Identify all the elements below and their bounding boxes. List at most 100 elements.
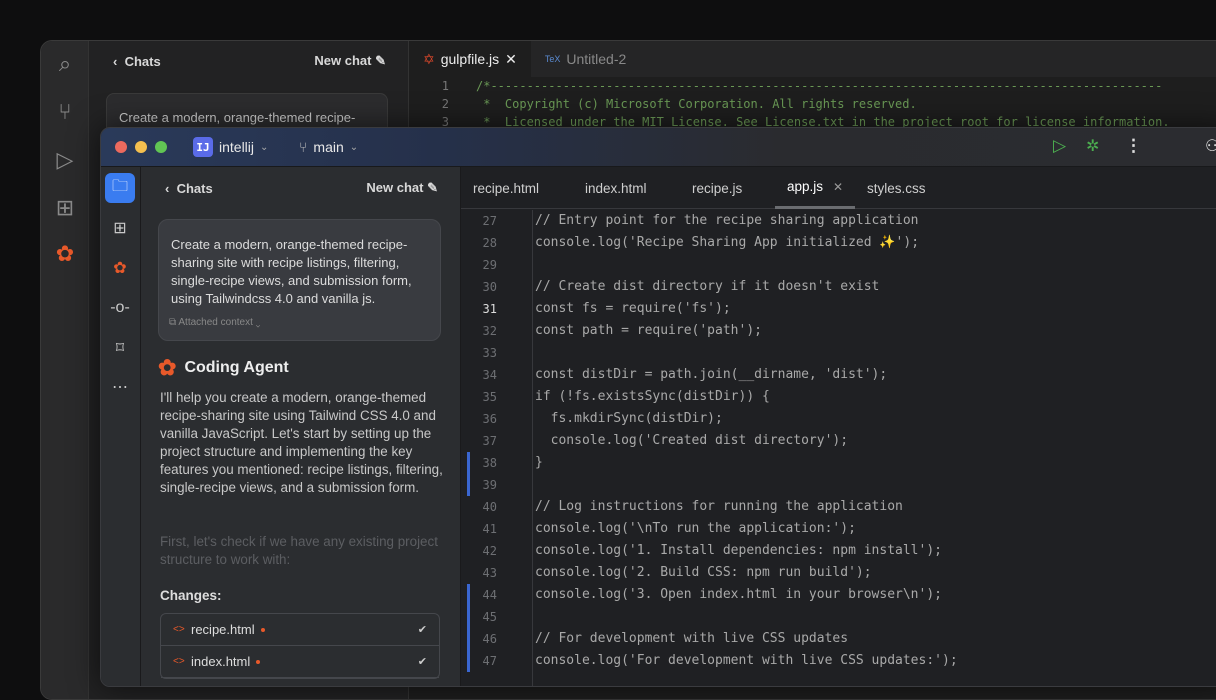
back-new-chat-button[interactable]: New chat ✎	[314, 53, 386, 69]
code-line: 39	[461, 474, 1216, 496]
pencil-icon: ✎	[375, 53, 386, 68]
code-text: console.log('1. Install dependencies: np…	[535, 540, 942, 562]
tab-label: recipe.html	[473, 181, 539, 196]
agent-header: ✿Coding Agent	[158, 355, 289, 381]
change-file-name: recipe.html	[191, 622, 255, 637]
minimize-window-button[interactable]	[135, 141, 147, 153]
new-chat-button[interactable]: New chat ✎	[366, 180, 438, 196]
branch-name: main	[313, 139, 343, 155]
line-number: 34	[461, 364, 497, 386]
code-text: // For development with live CSS updates	[535, 628, 848, 650]
tab-gulpfile[interactable]: ✡gulpfile.js✕	[409, 41, 531, 77]
project-badge: IJ	[193, 137, 213, 157]
more-tools-icon[interactable]: ⋯	[105, 372, 135, 402]
run-debug-icon[interactable]: ▷	[51, 147, 79, 175]
line-number: 41	[461, 518, 497, 540]
tab-untitled-2[interactable]: TeXUntitled-2	[531, 41, 640, 77]
code-text: console.log('Recipe Sharing App initiali…	[535, 232, 919, 254]
agent-response: I'll help you create a modern, orange-th…	[160, 389, 445, 497]
code-line: 37 console.log('Created dist directory')…	[461, 430, 1216, 452]
change-marker	[467, 606, 470, 628]
back-code-area[interactable]: 1/*-------------------------------------…	[409, 77, 1216, 131]
line-number: 29	[461, 254, 497, 276]
chevron-down-icon: ⌄	[350, 142, 358, 153]
maximize-window-button[interactable]	[155, 141, 167, 153]
code-text: console.log('3. Open index.html in your …	[535, 584, 942, 606]
changes-list: <>recipe.html✔ <>index.html✔	[160, 613, 440, 679]
structure-icon[interactable]: ⊞	[105, 213, 135, 243]
tab-recipe-html[interactable]: recipe.html	[473, 167, 539, 209]
user-prompt-bubble: Create a modern, orange-themed recipe-sh…	[158, 219, 441, 341]
line-number: 2	[409, 95, 449, 113]
tab-styles-css[interactable]: styles.css	[867, 167, 926, 209]
code-line: 42console.log('1. Install dependencies: …	[461, 540, 1216, 562]
code-text: const path = require('path');	[535, 320, 762, 342]
line-number: 37	[461, 430, 497, 452]
chats-label: Chats	[177, 181, 213, 196]
bookmark-icon[interactable]: ⌑	[105, 333, 135, 363]
code-line: 28console.log('Recipe Sharing App initia…	[461, 232, 1216, 254]
code-line: 40// Log instructions for running the ap…	[461, 496, 1216, 518]
change-file-name: index.html	[191, 654, 250, 669]
line-number: 32	[461, 320, 497, 342]
more-options-icon[interactable]: ⋮	[1125, 136, 1142, 156]
source-control-icon[interactable]: ⑂	[51, 99, 79, 127]
tab-label: index.html	[585, 181, 647, 196]
code-text: // Log instructions for running the appl…	[535, 496, 903, 518]
code-editor[interactable]: 27// Entry point for the recipe sharing …	[461, 210, 1216, 686]
chat-panel: ‹ Chats New chat ✎ Create a modern, oran…	[141, 167, 461, 686]
agent-logo-icon[interactable]: ✿	[51, 241, 79, 269]
folder-icon[interactable]: 🗀	[105, 173, 135, 203]
code-line: 47console.log('For development with live…	[461, 650, 1216, 672]
check-icon[interactable]: ✔	[418, 655, 427, 668]
line-number: 31	[461, 298, 497, 320]
change-item[interactable]: <>index.html✔	[161, 646, 439, 678]
line-number: 30	[461, 276, 497, 298]
change-item[interactable]: <>recipe.html✔	[161, 614, 439, 646]
code-text: // Entry point for the recipe sharing ap…	[535, 210, 919, 232]
code-line: 43console.log('2. Build CSS: npm run bui…	[461, 562, 1216, 584]
code-line: 46// For development with live CSS updat…	[461, 628, 1216, 650]
copy-icon: ⧉	[169, 317, 176, 328]
close-icon[interactable]: ✕	[505, 51, 517, 68]
code-text: const distDir = path.join(__dirname, 'di…	[535, 364, 887, 386]
commit-icon[interactable]: -o-	[105, 293, 135, 323]
search-icon[interactable]: ⌕	[51, 51, 79, 79]
check-icon[interactable]: ✔	[418, 623, 427, 636]
change-marker	[467, 650, 470, 672]
code-line: 33	[461, 342, 1216, 364]
project-name: intellij	[219, 139, 254, 155]
tab-recipe-js[interactable]: recipe.js	[692, 167, 742, 209]
tab-index-html[interactable]: index.html	[585, 167, 647, 209]
debug-icon[interactable]: ✲	[1086, 136, 1099, 156]
code-line: 44console.log('3. Open index.html in you…	[461, 584, 1216, 606]
changes-heading: Changes:	[160, 588, 222, 603]
close-window-button[interactable]	[115, 141, 127, 153]
back-chats-button[interactable]: ‹ Chats	[113, 54, 161, 69]
code-text: }	[535, 452, 543, 474]
code-text: if (!fs.existsSync(distDir)) {	[535, 386, 770, 408]
change-marker	[467, 584, 470, 606]
extensions-icon[interactable]: ⊞	[51, 195, 79, 223]
tab-app-js[interactable]: app.js✕	[775, 167, 855, 209]
gulp-icon: ✡	[423, 51, 435, 68]
attached-context-toggle[interactable]: ⧉ Attached context ⌄	[169, 314, 260, 332]
project-selector[interactable]: IJintellij⌄	[193, 137, 268, 157]
code-text: console.log('For development with live C…	[535, 650, 958, 672]
agent-logo-icon[interactable]: ✿	[105, 253, 135, 283]
code-line: 32 const path = require('path');	[461, 320, 1216, 342]
activity-bar: ⌕ ⑂ ▷ ⊞ ✿	[41, 41, 89, 699]
new-chat-label: New chat	[366, 180, 423, 195]
line-number: 1	[409, 77, 449, 95]
title-bar: IJintellij⌄ ⑂main⌄ ▷ ✲ ⋮ ⚇	[101, 128, 1216, 167]
line-number: 33	[461, 342, 497, 364]
tool-strip: 🗀 ⊞ ✿ -o- ⌑ ⋯	[101, 167, 141, 686]
branch-selector[interactable]: ⑂main⌄	[299, 139, 358, 155]
chats-button[interactable]: ‹ Chats	[165, 181, 213, 196]
run-icon[interactable]: ▷	[1053, 136, 1066, 156]
prompt-text: Create a modern, orange-themed recipe-	[119, 110, 355, 125]
code-line: 45	[461, 606, 1216, 628]
user-icon[interactable]: ⚇	[1205, 136, 1216, 156]
attached-context-label: Attached context	[178, 317, 253, 328]
close-icon[interactable]: ✕	[833, 180, 843, 194]
